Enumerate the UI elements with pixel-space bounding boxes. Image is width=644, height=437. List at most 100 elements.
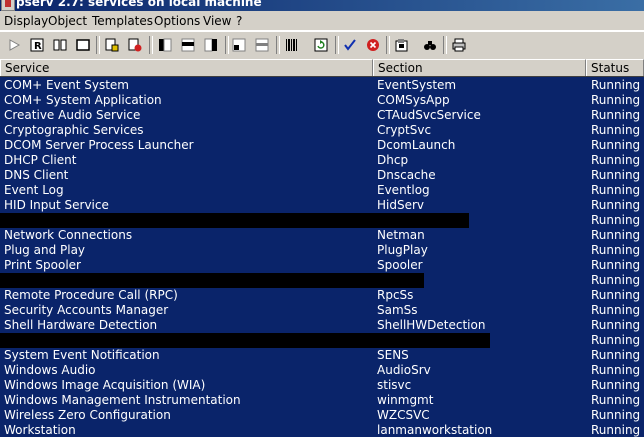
service-name: Cryptographic Services	[4, 123, 144, 137]
view-large-icon[interactable]	[253, 36, 271, 54]
service-name: Shell Hardware Detection	[4, 318, 158, 332]
window-title: pserv 2.7: services on local machine	[16, 0, 262, 9]
table-row[interactable]: Shell Hardware Detection ShellHWDetectio…	[0, 318, 644, 333]
barcode-icon[interactable]	[283, 36, 301, 54]
service-status: Running	[591, 408, 641, 422]
table-row[interactable]: Creative Audio Service CTAudSvcService R…	[0, 108, 644, 123]
table-row[interactable]: DNS Client Dnscache Running	[0, 168, 644, 183]
table-row[interactable]: Windows Management Instrumentation winmg…	[0, 393, 644, 408]
table-row[interactable]: DCOM Server Process Launcher DcomLaunch …	[0, 138, 644, 153]
column-header: Service Section Status	[0, 59, 644, 77]
install-icon[interactable]	[393, 36, 411, 54]
service-status: Running	[591, 288, 641, 302]
table-row[interactable]: COM+ System Application COMSysApp Runnin…	[0, 93, 644, 108]
table-row[interactable]: Security Accounts Manager SamSs Running	[0, 303, 644, 318]
service-name: Windows Audio	[4, 363, 96, 377]
service-name: Network Connections	[4, 228, 133, 242]
table-row[interactable]: Windows Audio AudioSrv Running	[0, 363, 644, 378]
menu-options[interactable]: Options	[154, 14, 200, 28]
table-row[interactable]: Print Spooler Spooler Running	[0, 258, 644, 273]
table-row[interactable]: Cryptographic Services CryptSvc Running	[0, 123, 644, 138]
service-section: WZCSVC	[377, 408, 430, 422]
refresh-icon[interactable]	[312, 36, 330, 54]
service-section: lanmanworkstation	[377, 423, 493, 437]
properties-icon[interactable]: R	[28, 36, 46, 54]
service-name: Creative Audio Service	[4, 108, 141, 122]
table-row[interactable]: Running	[0, 333, 644, 348]
table-row[interactable]: Running	[0, 213, 644, 228]
menu-display[interactable]: Display	[4, 14, 48, 28]
service-status: Running	[591, 348, 641, 362]
service-status: Running	[591, 318, 641, 332]
service-status: Running	[591, 123, 641, 137]
service-section: CTAudSvcService	[377, 108, 481, 122]
table-row[interactable]: COM+ Event System EventSystem Running	[0, 78, 644, 93]
check-icon[interactable]	[341, 36, 359, 54]
start-type-icon[interactable]	[103, 36, 121, 54]
table-row[interactable]: Network Connections Netman Running	[0, 228, 644, 243]
service-name: Wireless Zero Configuration	[4, 408, 171, 422]
table-row[interactable]: DHCP Client Dhcp Running	[0, 153, 644, 168]
table-row[interactable]: Remote Procedure Call (RPC) RpcSs Runnin…	[0, 288, 644, 303]
redaction-bar	[0, 333, 490, 348]
table-row[interactable]: HID Input Service HidServ Running	[0, 198, 644, 213]
service-section: COMSysApp	[377, 93, 450, 107]
service-name: DNS Client	[4, 168, 69, 182]
column-header-section[interactable]: Section	[373, 59, 586, 76]
column-header-service[interactable]: Service	[0, 59, 373, 76]
delete-icon[interactable]	[126, 36, 144, 54]
table-row[interactable]: Running	[0, 273, 644, 288]
app-icon	[1, 0, 15, 11]
services-list[interactable]: COM+ Event System EventSystem Running CO…	[0, 77, 644, 437]
service-section: Dhcp	[377, 153, 409, 167]
service-section: stisvc	[377, 378, 412, 392]
service-section: ShellHWDetection	[377, 318, 486, 332]
service-section: Spooler	[377, 258, 423, 272]
service-name: Plug and Play	[4, 243, 86, 257]
view-center-icon[interactable]	[179, 36, 197, 54]
service-status: Running	[591, 138, 641, 152]
toolbar-separator	[335, 36, 339, 54]
find-icon[interactable]	[421, 36, 439, 54]
menu-view[interactable]: View	[203, 14, 231, 28]
service-name: Windows Image Acquisition (WIA)	[4, 378, 206, 392]
table-row[interactable]: Plug and Play PlugPlay Running	[0, 243, 644, 258]
menu-templates[interactable]: Templates	[92, 14, 153, 28]
service-status: Running	[591, 168, 641, 182]
menu-help[interactable]: ?	[236, 14, 242, 28]
table-row[interactable]: Workstation lanmanworkstation Running	[0, 423, 644, 437]
service-status: Running	[591, 183, 641, 197]
table-row[interactable]: Wireless Zero Configuration WZCSVC Runni…	[0, 408, 644, 423]
service-section: EventSystem	[377, 78, 457, 92]
service-name: Print Spooler	[4, 258, 81, 272]
play-icon[interactable]	[5, 36, 23, 54]
service-name: System Event Notification	[4, 348, 160, 362]
column-header-status[interactable]: Status	[586, 59, 644, 76]
service-section: PlugPlay	[377, 243, 428, 257]
toolbar: R	[0, 31, 644, 60]
service-section: HidServ	[377, 198, 425, 212]
view-left-icon[interactable]	[156, 36, 174, 54]
stop-icon[interactable]	[51, 36, 69, 54]
service-status: Running	[591, 378, 641, 392]
view-small-icon[interactable]	[230, 36, 248, 54]
table-row[interactable]: Event Log Eventlog Running	[0, 183, 644, 198]
menu-object[interactable]: Object	[48, 14, 87, 28]
window-icon[interactable]	[74, 36, 92, 54]
service-section: RpcSs	[377, 288, 414, 302]
cancel-icon[interactable]	[364, 36, 382, 54]
print-icon[interactable]	[450, 36, 468, 54]
service-name: DCOM Server Process Launcher	[4, 138, 194, 152]
redaction-bar	[0, 273, 424, 288]
table-row[interactable]: System Event Notification SENS Running	[0, 348, 644, 363]
service-section: AudioSrv	[377, 363, 431, 377]
toolbar-separator	[276, 36, 280, 54]
view-right-icon[interactable]	[202, 36, 220, 54]
service-section: Eventlog	[377, 183, 430, 197]
service-name: HID Input Service	[4, 198, 109, 212]
service-section: SamSs	[377, 303, 418, 317]
table-row[interactable]: Windows Image Acquisition (WIA) stisvc R…	[0, 378, 644, 393]
service-name: COM+ System Application	[4, 93, 162, 107]
service-section: CryptSvc	[377, 123, 432, 137]
toolbar-separator	[443, 36, 447, 54]
